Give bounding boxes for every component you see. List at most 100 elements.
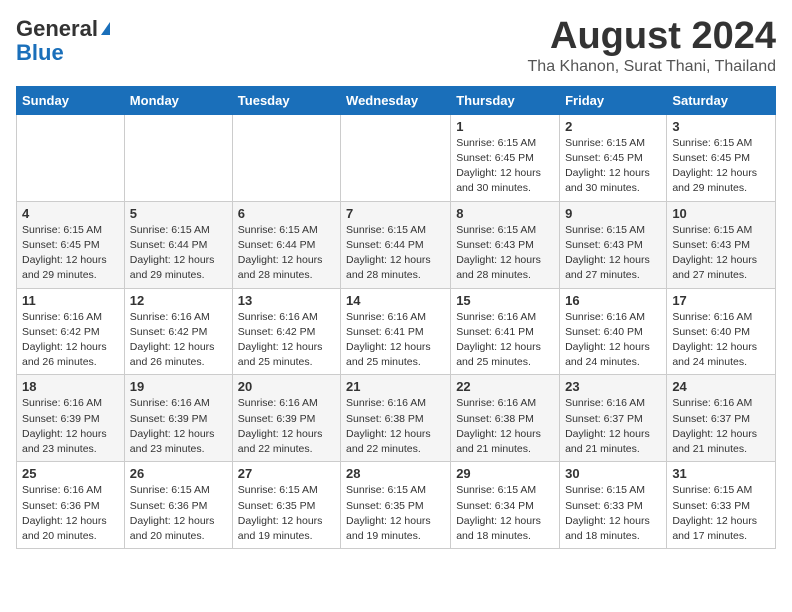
day-number: 19 — [130, 379, 227, 394]
logo-general: General — [16, 16, 98, 42]
day-cell: 13Sunrise: 6:16 AMSunset: 6:42 PMDayligh… — [232, 288, 340, 375]
header-cell-wednesday: Wednesday — [341, 86, 451, 114]
day-number: 14 — [346, 293, 445, 308]
header-row: SundayMondayTuesdayWednesdayThursdayFrid… — [17, 86, 776, 114]
day-info: Sunrise: 6:16 AMSunset: 6:36 PMDaylight:… — [22, 483, 119, 544]
header-cell-monday: Monday — [124, 86, 232, 114]
day-cell: 26 Sunrise: 6:15 AMSunset: 6:36 PMDayligh… — [124, 462, 232, 549]
day-cell — [232, 114, 340, 201]
day-number: 29 — [456, 466, 554, 481]
day-number: 15 — [456, 293, 554, 308]
day-info: Sunrise: 6:16 AMSunset: 6:39 PMDaylight:… — [238, 396, 335, 457]
day-number: 3 — [672, 119, 770, 134]
day-number: 10 — [672, 206, 770, 221]
day-cell: 15 Sunrise: 6:16 AMSunset: 6:41 PMDayligh… — [451, 288, 560, 375]
day-number: 1 — [456, 119, 554, 134]
day-number: 23 — [565, 379, 661, 394]
title-area: August 2024 Tha Khanon, Surat Thani, Tha… — [528, 16, 776, 76]
day-cell: 12 Sunrise: 6:16 AMSunset: 6:42 PMDayligh… — [124, 288, 232, 375]
day-info: Sunrise: 6:16 AMSunset: 6:42 PMDaylight:… — [238, 310, 335, 371]
day-info: Sunrise: 6:15 AMSunset: 6:45 PMDaylight:… — [456, 136, 554, 197]
header-cell-tuesday: Tuesday — [232, 86, 340, 114]
day-number: 16 — [565, 293, 661, 308]
day-number: 9 — [565, 206, 661, 221]
day-cell: 23Sunrise: 6:16 AMSunset: 6:37 PMDayligh… — [560, 375, 667, 462]
week-row-1: 1 Sunrise: 6:15 AMSunset: 6:45 PMDaylight… — [17, 114, 776, 201]
day-number: 17 — [672, 293, 770, 308]
day-number: 22 — [456, 379, 554, 394]
day-number: 4 — [22, 206, 119, 221]
day-info: Sunrise: 6:15 AMSunset: 6:33 PMDaylight:… — [672, 483, 770, 544]
day-info: Sunrise: 6:16 AMSunset: 6:41 PMDaylight:… — [456, 310, 554, 371]
header-cell-thursday: Thursday — [451, 86, 560, 114]
day-info: Sunrise: 6:16 AMSunset: 6:37 PMDaylight:… — [672, 396, 770, 457]
day-info: Sunrise: 6:16 AMSunset: 6:39 PMDaylight:… — [22, 396, 119, 457]
day-cell — [17, 114, 125, 201]
day-cell: 29 Sunrise: 6:15 AMSunset: 6:34 PMDayligh… — [451, 462, 560, 549]
day-number: 5 — [130, 206, 227, 221]
day-info: Sunrise: 6:16 AMSunset: 6:40 PMDaylight:… — [565, 310, 661, 371]
day-info: Sunrise: 6:15 AMSunset: 6:36 PMDaylight:… — [130, 483, 227, 544]
week-row-2: 4 Sunrise: 6:15 AMSunset: 6:45 PMDaylight… — [17, 201, 776, 288]
logo-triangle-icon — [101, 22, 110, 35]
day-info: Sunrise: 6:15 AMSunset: 6:35 PMDaylight:… — [238, 483, 335, 544]
day-number: 20 — [238, 379, 335, 394]
day-info: Sunrise: 6:15 AMSunset: 6:45 PMDaylight:… — [22, 223, 119, 284]
week-row-3: 11Sunrise: 6:16 AMSunset: 6:42 PMDayligh… — [17, 288, 776, 375]
day-number: 7 — [346, 206, 445, 221]
day-number: 24 — [672, 379, 770, 394]
day-info: Sunrise: 6:15 AMSunset: 6:35 PMDaylight:… — [346, 483, 445, 544]
day-cell — [124, 114, 232, 201]
header-cell-saturday: Saturday — [667, 86, 776, 114]
day-cell: 14Sunrise: 6:16 AMSunset: 6:41 PMDayligh… — [341, 288, 451, 375]
day-info: Sunrise: 6:15 AMSunset: 6:44 PMDaylight:… — [130, 223, 227, 284]
day-cell: 7 Sunrise: 6:15 AMSunset: 6:44 PMDaylight… — [341, 201, 451, 288]
day-cell: 16 Sunrise: 6:16 AMSunset: 6:40 PMDayligh… — [560, 288, 667, 375]
day-cell: 22Sunrise: 6:16 AMSunset: 6:38 PMDayligh… — [451, 375, 560, 462]
day-cell: 2 Sunrise: 6:15 AMSunset: 6:45 PMDaylight… — [560, 114, 667, 201]
day-info: Sunrise: 6:16 AMSunset: 6:40 PMDaylight:… — [672, 310, 770, 371]
day-info: Sunrise: 6:16 AMSunset: 6:38 PMDaylight:… — [346, 396, 445, 457]
day-number: 28 — [346, 466, 445, 481]
day-cell: 31Sunrise: 6:15 AMSunset: 6:33 PMDayligh… — [667, 462, 776, 549]
day-info: Sunrise: 6:15 AMSunset: 6:34 PMDaylight:… — [456, 483, 554, 544]
day-cell: 28 Sunrise: 6:15 AMSunset: 6:35 PMDayligh… — [341, 462, 451, 549]
week-row-5: 25 Sunrise: 6:16 AMSunset: 6:36 PMDayligh… — [17, 462, 776, 549]
day-info: Sunrise: 6:15 AMSunset: 6:33 PMDaylight:… — [565, 483, 661, 544]
day-number: 6 — [238, 206, 335, 221]
day-cell: 24 Sunrise: 6:16 AMSunset: 6:37 PMDayligh… — [667, 375, 776, 462]
week-row-4: 18 Sunrise: 6:16 AMSunset: 6:39 PMDayligh… — [17, 375, 776, 462]
day-info: Sunrise: 6:15 AMSunset: 6:43 PMDaylight:… — [565, 223, 661, 284]
day-info: Sunrise: 6:15 AMSunset: 6:45 PMDaylight:… — [672, 136, 770, 197]
day-number: 2 — [565, 119, 661, 134]
day-info: Sunrise: 6:15 AMSunset: 6:45 PMDaylight:… — [565, 136, 661, 197]
day-cell: 20 Sunrise: 6:16 AMSunset: 6:39 PMDayligh… — [232, 375, 340, 462]
day-cell: 5 Sunrise: 6:15 AMSunset: 6:44 PMDaylight… — [124, 201, 232, 288]
day-info: Sunrise: 6:15 AMSunset: 6:43 PMDaylight:… — [672, 223, 770, 284]
day-number: 26 — [130, 466, 227, 481]
day-cell: 8 Sunrise: 6:15 AMSunset: 6:43 PMDaylight… — [451, 201, 560, 288]
day-cell: 21Sunrise: 6:16 AMSunset: 6:38 PMDayligh… — [341, 375, 451, 462]
day-info: Sunrise: 6:15 AMSunset: 6:43 PMDaylight:… — [456, 223, 554, 284]
day-info: Sunrise: 6:16 AMSunset: 6:42 PMDaylight:… — [130, 310, 227, 371]
day-info: Sunrise: 6:16 AMSunset: 6:39 PMDaylight:… — [130, 396, 227, 457]
day-number: 12 — [130, 293, 227, 308]
day-info: Sunrise: 6:15 AMSunset: 6:44 PMDaylight:… — [346, 223, 445, 284]
day-cell: 19 Sunrise: 6:16 AMSunset: 6:39 PMDayligh… — [124, 375, 232, 462]
day-cell: 18 Sunrise: 6:16 AMSunset: 6:39 PMDayligh… — [17, 375, 125, 462]
day-cell: 27 Sunrise: 6:15 AMSunset: 6:35 PMDayligh… — [232, 462, 340, 549]
day-cell: 11Sunrise: 6:16 AMSunset: 6:42 PMDayligh… — [17, 288, 125, 375]
day-cell: 6Sunrise: 6:15 AMSunset: 6:44 PMDaylight… — [232, 201, 340, 288]
day-cell: 30Sunrise: 6:15 AMSunset: 6:33 PMDayligh… — [560, 462, 667, 549]
header-cell-friday: Friday — [560, 86, 667, 114]
day-number: 8 — [456, 206, 554, 221]
logo-blue: Blue — [16, 40, 110, 66]
day-info: Sunrise: 6:16 AMSunset: 6:42 PMDaylight:… — [22, 310, 119, 371]
day-number: 18 — [22, 379, 119, 394]
location-title: Tha Khanon, Surat Thani, Thailand — [528, 58, 776, 76]
day-cell: 10 Sunrise: 6:15 AMSunset: 6:43 PMDayligh… — [667, 201, 776, 288]
day-number: 27 — [238, 466, 335, 481]
day-cell: 17 Sunrise: 6:16 AMSunset: 6:40 PMDayligh… — [667, 288, 776, 375]
header-cell-sunday: Sunday — [17, 86, 125, 114]
day-number: 25 — [22, 466, 119, 481]
